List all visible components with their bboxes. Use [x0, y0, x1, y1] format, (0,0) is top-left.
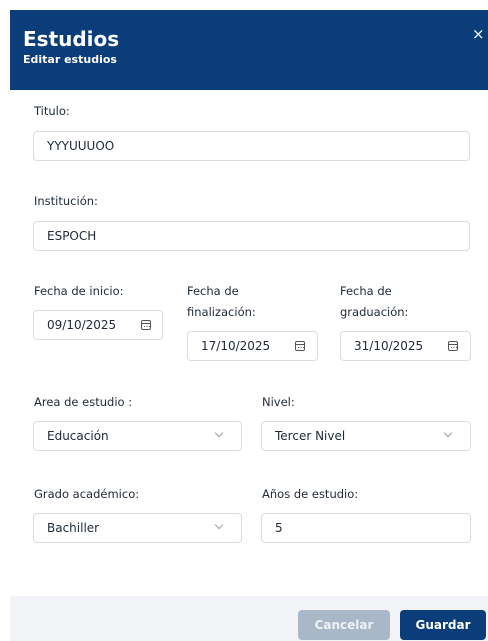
institucion-value: ESPOCH — [47, 229, 97, 243]
calendar-icon[interactable] — [295, 341, 305, 351]
calendar-icon[interactable] — [141, 320, 151, 330]
fecha-finalizacion-label-line1: Fecha de — [187, 284, 239, 298]
area-estudio-value: Educación — [47, 429, 109, 443]
titulo-input[interactable]: YYYUUUOO — [33, 131, 470, 161]
grado-academico-value: Bachiller — [47, 521, 100, 535]
calendar-icon[interactable] — [448, 341, 458, 351]
area-estudio-select[interactable]: Educación — [33, 421, 242, 451]
modal-title: Estudios — [23, 27, 120, 51]
chevron-down-icon — [214, 520, 224, 530]
fecha-graduacion-label-line1: Fecha de — [340, 284, 392, 298]
institucion-input[interactable]: ESPOCH — [33, 221, 470, 251]
fecha-inicio-value: 09/10/2025 — [47, 318, 117, 332]
nivel-label: Nivel: — [262, 395, 295, 409]
fecha-finalizacion-label-line2: finalización: — [187, 305, 256, 319]
cancel-button[interactable]: Cancelar — [298, 610, 390, 640]
anios-estudio-value: 5 — [275, 521, 283, 535]
chevron-down-icon — [214, 428, 224, 438]
nivel-select[interactable]: Tercer Nivel — [261, 421, 471, 451]
fecha-graduacion-input[interactable]: 31/10/2025 — [340, 331, 471, 361]
grado-academico-label: Grado académico: — [34, 487, 140, 501]
fecha-graduacion-value: 31/10/2025 — [354, 339, 424, 353]
anios-estudio-input[interactable]: 5 — [261, 513, 471, 543]
chevron-down-icon — [443, 428, 453, 438]
fecha-inicio-input[interactable]: 09/10/2025 — [33, 310, 163, 340]
edit-studies-modal: Estudios Editar estudios × Titulo: YYYUU… — [10, 10, 488, 641]
close-icon[interactable]: × — [472, 26, 485, 42]
titulo-label: Titulo: — [34, 104, 70, 118]
institucion-label: Institución: — [34, 194, 98, 208]
modal-subtitle: Editar estudios — [23, 53, 117, 66]
save-button[interactable]: Guardar — [400, 610, 486, 640]
grado-academico-select[interactable]: Bachiller — [33, 513, 242, 543]
nivel-value: Tercer Nivel — [275, 429, 346, 443]
titulo-value: YYYUUUOO — [47, 139, 115, 153]
fecha-finalizacion-value: 17/10/2025 — [201, 339, 271, 353]
anios-estudio-label: Años de estudio: — [262, 487, 359, 501]
fecha-graduacion-label-line2: graduación: — [340, 305, 409, 319]
area-estudio-label: Area de estudio : — [34, 395, 133, 409]
fecha-finalizacion-input[interactable]: 17/10/2025 — [187, 331, 318, 361]
modal-header: Estudios Editar estudios × — [10, 10, 488, 90]
fecha-inicio-label: Fecha de inicio: — [34, 284, 124, 298]
